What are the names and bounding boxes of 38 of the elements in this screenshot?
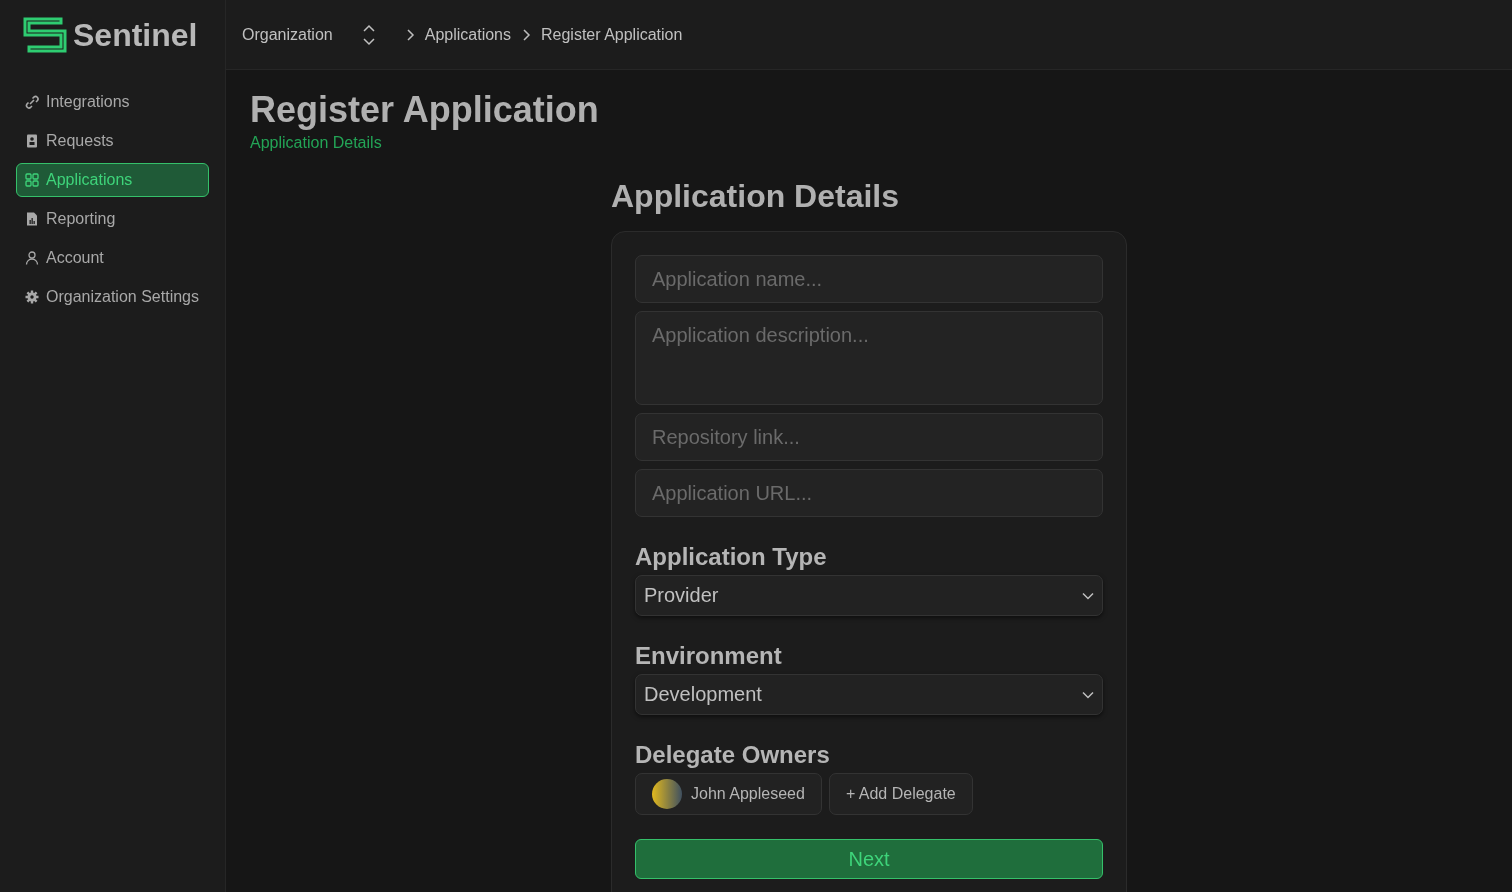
logo-text: Sentinel <box>73 16 198 54</box>
settings-icon <box>24 289 40 305</box>
user-icon <box>24 250 40 266</box>
sidebar-item[interactable]: Requests <box>16 124 209 158</box>
breadcrumb-link[interactable]: Applications <box>424 25 511 44</box>
sidebar-item[interactable]: Applications <box>16 163 209 197</box>
form-title: Application Details <box>611 177 901 216</box>
chevron-down-icon <box>1082 591 1094 600</box>
select-dropdown[interactable]: Development <box>635 674 1103 715</box>
sidebar-item[interactable]: Account <box>16 241 209 275</box>
input-field[interactable]: Application URL... <box>635 469 1103 517</box>
page-title: Register Application <box>250 90 600 130</box>
sidebar-item[interactable]: Reporting <box>16 202 209 236</box>
input-field[interactable]: Application name... <box>635 255 1103 303</box>
description-field[interactable]: Application description... <box>635 311 1103 405</box>
organization-switcher[interactable] <box>360 22 377 47</box>
add-delegate-button[interactable]: + Add Delegate <box>828 773 973 815</box>
breadcrumb-current: Register Application <box>541 25 683 44</box>
avatar-icon <box>652 779 682 809</box>
id-card-icon <box>24 133 40 149</box>
input-field[interactable]: Repository link... <box>635 413 1103 461</box>
chevron-right-icon <box>404 27 415 42</box>
select-dropdown[interactable]: Provider <box>635 575 1103 616</box>
page-subtitle: Application Details <box>250 134 383 152</box>
report-icon <box>24 211 40 227</box>
link-icon <box>24 94 40 110</box>
logo-icon <box>23 17 67 53</box>
sidebar-item[interactable]: Organization Settings <box>16 280 209 314</box>
chevron-right-icon <box>521 27 531 42</box>
grid-icon <box>24 172 40 188</box>
section-label: Application Type <box>635 543 828 571</box>
organization-label: Organization <box>242 25 333 44</box>
chevron-down-icon <box>1082 690 1094 699</box>
chevrons-icon <box>360 22 377 47</box>
section-label: Delegate Owners <box>635 741 831 769</box>
delegate-chip[interactable]: John Appleseed <box>635 773 822 815</box>
section-label: Environment <box>635 642 783 670</box>
sidebar-item[interactable]: Integrations <box>16 85 209 119</box>
